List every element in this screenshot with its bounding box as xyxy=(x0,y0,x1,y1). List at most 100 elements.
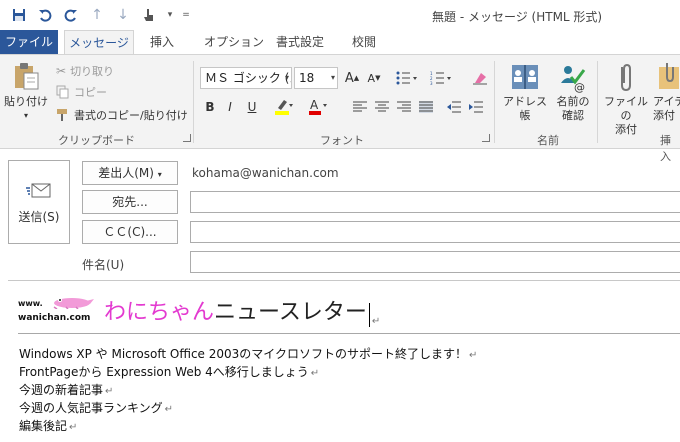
decrease-indent-icon[interactable] xyxy=(444,97,464,117)
tab-message[interactable]: メッセージ xyxy=(64,30,134,54)
cut-label: 切り取り xyxy=(70,65,115,78)
subject-field[interactable] xyxy=(190,251,680,273)
copy-button[interactable]: コピー xyxy=(56,84,107,100)
newsletter-title-black: ニュースレター xyxy=(214,300,367,325)
bold-button[interactable]: B xyxy=(200,97,220,117)
italic-button[interactable]: I xyxy=(220,97,240,117)
address-book-button[interactable]: アドレス帳 xyxy=(500,61,550,123)
send-button[interactable]: 送信(S) xyxy=(8,160,70,244)
font-launcher-icon[interactable] xyxy=(482,134,490,142)
address-book-icon xyxy=(512,65,538,89)
tab-format-text[interactable]: 書式設定 xyxy=(268,30,332,54)
customize-qat-icon[interactable]: = xyxy=(180,5,192,25)
newsletter-title-pink: わにちゃん xyxy=(104,300,215,325)
body-line: Windows XP や Microsoft Office 2003のマイクロソ… xyxy=(19,347,478,361)
subject-label: 件名(U) xyxy=(82,258,125,272)
format-painter-button[interactable]: 書式のコピー/貼り付け xyxy=(56,107,188,123)
up-arrow-icon[interactable]: ↑ xyxy=(86,5,108,25)
scissors-icon: ✂ xyxy=(56,64,67,78)
cc-button[interactable]: ＣＣ(C)... xyxy=(82,220,178,244)
check-names-icon: @ xyxy=(561,66,586,93)
cc-field[interactable] xyxy=(190,221,680,243)
address-book-label: アドレス帳 xyxy=(503,95,547,122)
tab-options[interactable]: オプション xyxy=(196,30,272,54)
font-group-label: フォント xyxy=(320,134,364,147)
from-label: 差出人(M) xyxy=(98,166,154,180)
grow-font-icon[interactable]: A ▲ xyxy=(342,68,362,88)
attach-item-icon xyxy=(659,63,679,89)
justify-icon[interactable] xyxy=(416,97,436,117)
check-names-line1: 名前の xyxy=(556,95,590,108)
paste-dropdown-icon: ▾ xyxy=(23,111,28,120)
body-text: Windows XP や Microsoft Office 2003のマイクロソ… xyxy=(19,346,477,436)
title-bar: ↑ ↓ ▾ = 無題 - メッセージ (HTML 形式) xyxy=(0,0,680,30)
format-painter-label: 書式のコピー/貼り付け xyxy=(74,109,188,122)
body-line: 今週の人気記事ランキング ↵ xyxy=(19,401,174,415)
underline-button[interactable]: U xyxy=(242,97,262,117)
highlight-color-icon[interactable] xyxy=(272,97,296,117)
font-size-combobox[interactable]: 18 ▾ xyxy=(294,67,338,89)
font-name-dropdown-icon: ▾ xyxy=(284,73,289,82)
from-dropdown-icon: ▾ xyxy=(157,170,162,179)
text-cursor xyxy=(368,303,370,327)
clipboard-launcher-icon[interactable] xyxy=(183,134,191,142)
from-button[interactable]: 差出人(M) ▾ xyxy=(82,161,178,185)
logo-line1: www. xyxy=(18,299,43,308)
svg-text:A: A xyxy=(310,98,319,112)
bullets-icon[interactable] xyxy=(392,68,422,88)
clear-formatting-icon[interactable] xyxy=(470,68,490,88)
align-center-icon[interactable] xyxy=(372,97,392,117)
body-line: FrontPageから Expression Web 4へ移行しましょう ↵ xyxy=(19,365,320,379)
send-label: 送信(S) xyxy=(18,209,60,224)
increase-indent-icon[interactable] xyxy=(466,97,486,117)
font-size-value: 18 xyxy=(299,71,315,85)
tab-file[interactable]: ファイル xyxy=(0,30,58,54)
ribbon-tabs: ファイル メッセージ 挿入 オプション 書式設定 校閲 xyxy=(0,30,680,54)
dropdown-arrow-icon[interactable]: ▾ xyxy=(164,5,176,25)
cut-button[interactable]: ✂ 切り取り xyxy=(56,63,114,79)
align-right-icon[interactable] xyxy=(394,97,414,117)
logo-line2: wanichan.com xyxy=(18,313,91,323)
copy-icon xyxy=(56,85,69,99)
format-painter-icon xyxy=(57,109,67,121)
send-envelope-icon xyxy=(26,183,51,197)
save-icon[interactable] xyxy=(8,5,30,25)
names-group-label: 名前 xyxy=(537,134,559,147)
horizontal-rule xyxy=(18,333,680,334)
clipboard-group-label: クリップボード xyxy=(58,134,135,147)
from-address: kohama@wanichan.com xyxy=(192,166,339,180)
font-name-value: ＭＳ ゴシック (ス xyxy=(205,71,292,85)
newsletter-heading: www. wanichan.com わにちゃん ニュースレター ↵ xyxy=(14,295,380,327)
to-button[interactable]: 宛先... xyxy=(82,190,178,214)
attach-item-button[interactable]: アイテ 添付 xyxy=(653,61,680,123)
down-arrow-icon[interactable]: ↓ xyxy=(112,5,134,25)
attach-item-line2: 添付 xyxy=(653,109,675,122)
paperclip-icon xyxy=(621,63,631,92)
align-left-icon[interactable] xyxy=(350,97,370,117)
shrink-font-icon[interactable]: A ▼ xyxy=(364,68,384,88)
font-name-combobox[interactable]: ＭＳ ゴシック (ス ▾ xyxy=(200,67,292,89)
redo-icon[interactable] xyxy=(60,5,82,25)
ribbon: 貼り付け ▾ ✂ 切り取り コピー 書式のコピー/貼り付け クリップボード ＭＳ… xyxy=(0,54,680,163)
font-color-icon[interactable]: A xyxy=(306,97,330,117)
check-names-button[interactable]: @ 名前の 確認 xyxy=(552,61,594,123)
numbering-icon[interactable]: 123 xyxy=(426,68,456,88)
to-field[interactable] xyxy=(190,191,680,213)
tab-insert[interactable]: 挿入 xyxy=(142,30,182,54)
attach-item-line1: アイテ xyxy=(653,95,680,108)
paragraph-mark-icon: ↵ xyxy=(371,316,381,327)
body-line: 今週の新着記事 ↵ xyxy=(19,383,114,397)
paste-label: 貼り付け xyxy=(4,95,48,108)
paste-button[interactable]: 貼り付け ▾ xyxy=(4,61,48,123)
touch-mode-icon[interactable] xyxy=(138,5,160,25)
paste-icon xyxy=(15,63,39,90)
attach-file-button[interactable]: ファイルの 添付 xyxy=(601,61,651,137)
tab-review[interactable]: 校閲 xyxy=(344,30,384,54)
window-title: 無題 - メッセージ (HTML 形式) xyxy=(432,10,603,24)
quick-access-toolbar: ↑ ↓ ▾ = xyxy=(8,5,192,25)
svg-text:@: @ xyxy=(574,81,585,93)
attach-file-line1: ファイルの xyxy=(604,95,648,122)
include-group-label: 挿入 xyxy=(660,134,671,163)
undo-icon[interactable] xyxy=(34,5,56,25)
crocodile-icon xyxy=(53,298,94,309)
